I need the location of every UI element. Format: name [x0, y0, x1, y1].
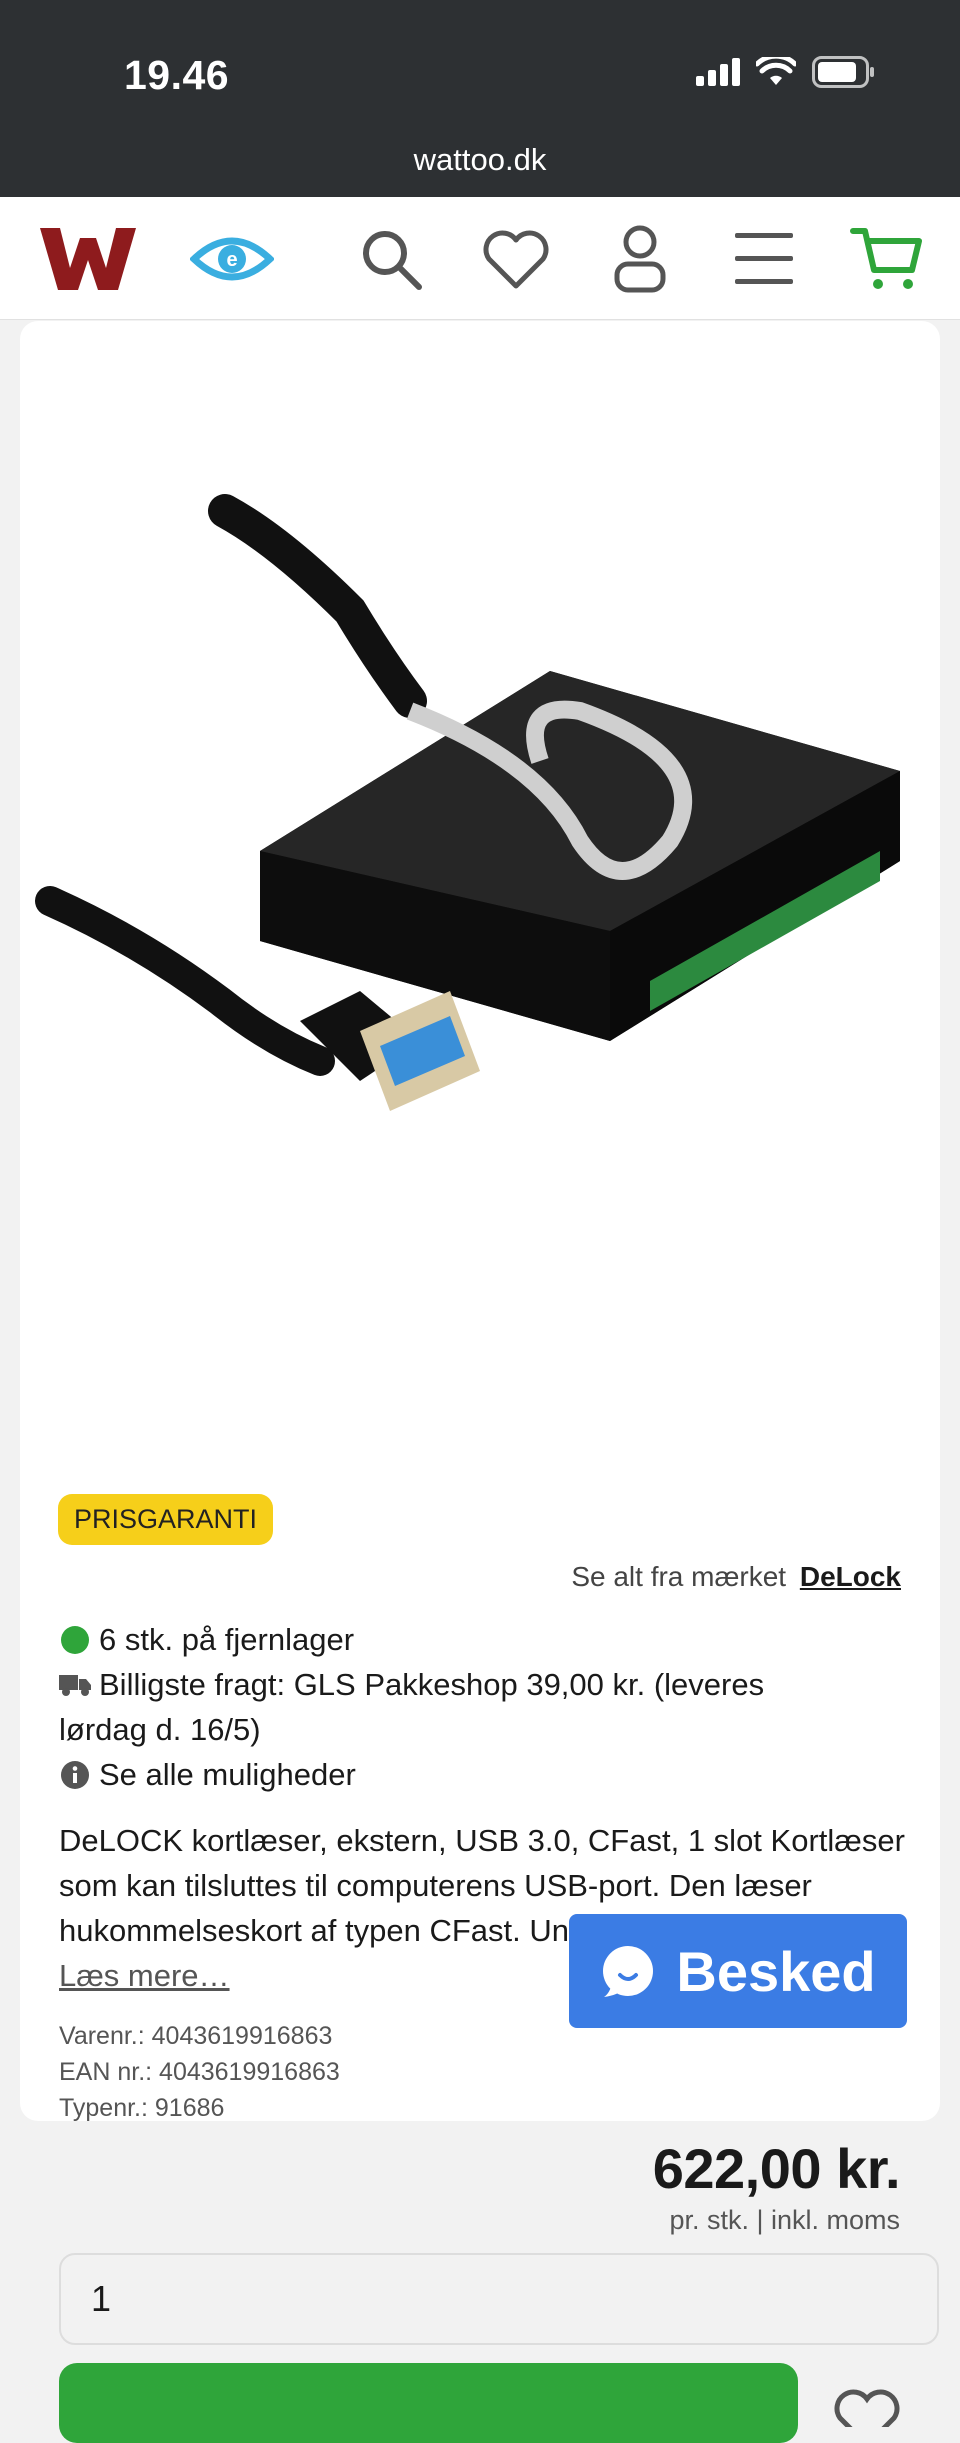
- cart-icon[interactable]: [846, 219, 926, 299]
- item-number: Varenr.: 4043619916863: [59, 2022, 333, 2050]
- price-guarantee-badge: PRISGARANTI: [58, 1494, 274, 1545]
- info-icon: [61, 1761, 89, 1789]
- quantity-input[interactable]: 1: [59, 2253, 939, 2345]
- product-meta: Varenr.: 4043619916863 EAN nr.: 40436199…: [59, 2018, 340, 2126]
- shipping-text-line1: Billigste fragt: GLS Pakkeshop 39,00 kr.…: [99, 1667, 765, 1702]
- add-to-cart-button[interactable]: [59, 2363, 798, 2443]
- chat-bubble-icon: [603, 1946, 654, 1997]
- product-price: 622,00 kr.: [652, 2137, 901, 2200]
- url-bar[interactable]: wattoo.dk: [0, 142, 960, 178]
- battery-icon: [812, 56, 874, 88]
- wifi-icon: [756, 57, 796, 85]
- truck-icon: [59, 1675, 91, 1696]
- options-link[interactable]: Se alle muligheder: [99, 1752, 356, 1797]
- product-image[interactable]: [20, 381, 940, 1381]
- menu-icon[interactable]: [724, 219, 804, 299]
- user-icon[interactable]: [600, 219, 680, 299]
- signal-icon: [696, 58, 740, 86]
- status-time: 19.46: [124, 52, 230, 98]
- brand-prefix: Se alt fra mærket: [571, 1561, 787, 1592]
- wattoo-logo-icon[interactable]: [38, 219, 138, 299]
- stock-status-icon: [61, 1626, 89, 1654]
- status-icons: [696, 56, 876, 88]
- chat-button[interactable]: Besked: [569, 1914, 907, 2028]
- type-number: Typenr.: 91686: [59, 2094, 225, 2122]
- stock-text: 6 stk. på fjernlager: [99, 1622, 355, 1657]
- ean-number: EAN nr.: 4043619916863: [59, 2058, 340, 2086]
- chat-label: Besked: [676, 1939, 876, 2003]
- product-card: PRISGARANTI Se alt fra mærket DeLock 6 s…: [20, 321, 940, 2443]
- shipping-text-line2: lørdag d. 16/5): [59, 1712, 261, 1747]
- status-bar: 19.46 wattoo.dk: [0, 0, 960, 197]
- options-row[interactable]: Se alle muligheder: [59, 1752, 939, 1797]
- eye-icon[interactable]: e: [189, 219, 275, 299]
- stock-row: 6 stk. på fjernlager: [59, 1617, 939, 1662]
- brand-line: Se alt fra mærket DeLock: [571, 1561, 901, 1593]
- search-icon[interactable]: [351, 219, 431, 299]
- top-navigation: e: [0, 197, 960, 320]
- read-more-link[interactable]: Læs mere…: [59, 1953, 230, 1998]
- brand-link[interactable]: DeLock: [800, 1561, 901, 1592]
- wishlist-heart-icon[interactable]: [832, 2387, 902, 2427]
- heart-icon[interactable]: [476, 219, 556, 299]
- price-unit: pr. stk. | inkl. moms: [669, 2205, 900, 2235]
- shipping-row: Billigste fragt: GLS Pakkeshop 39,00 kr.…: [59, 1662, 939, 1752]
- svg-text:e: e: [226, 249, 237, 271]
